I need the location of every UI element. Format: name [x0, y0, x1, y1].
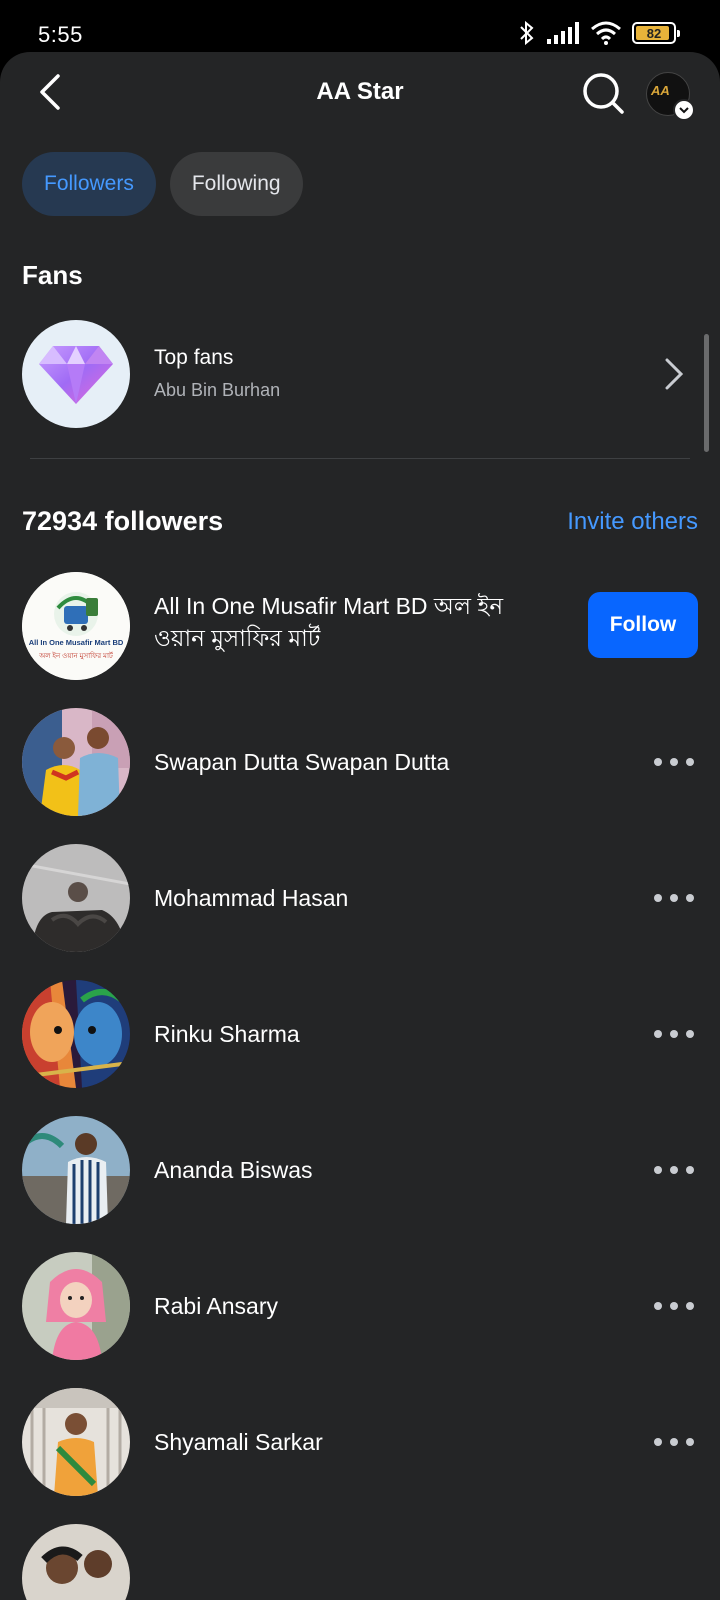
follower-name-line1: All In One Musafir Mart BD অল ইন: [154, 593, 504, 619]
follower-row[interactable]: Mohammad Hasan: [0, 844, 720, 954]
follower-row[interactable]: Rinku Sharma: [0, 980, 720, 1090]
followers-count: 72934 followers: [22, 506, 224, 536]
followers-screen: AA Star AA Followers Following Fans Top …: [0, 52, 720, 1600]
follower-row[interactable]: Rabi Ansary: [0, 1252, 720, 1362]
follower-name: Ananda Biswas: [154, 1157, 313, 1183]
follower-row[interactable]: Shyamali Sarkar: [0, 1388, 720, 1498]
wifi-icon: [591, 21, 621, 45]
follower-name: Rinku Sharma: [154, 1021, 300, 1047]
avatar[interactable]: [22, 980, 130, 1088]
follower-name: Rabi Ansary: [154, 1293, 279, 1319]
follower-name-line2: ওয়ান মুসাফির মার্ট: [154, 625, 321, 651]
top-fan-name: Abu Bin Burhan: [154, 380, 281, 400]
more-options-icon[interactable]: [654, 1156, 694, 1184]
avatar[interactable]: [22, 844, 130, 952]
avatar[interactable]: [22, 1252, 130, 1360]
avatar[interactable]: [22, 1116, 130, 1224]
follower-name: Mohammad Hasan: [154, 885, 349, 911]
more-options-icon[interactable]: [654, 1020, 694, 1048]
more-options-icon[interactable]: [654, 1292, 694, 1320]
follower-name: Shyamali Sarkar: [154, 1429, 323, 1455]
battery-level: 82: [646, 25, 662, 41]
more-options-icon[interactable]: [654, 884, 694, 912]
follow-button[interactable]: Follow: [588, 592, 698, 658]
status-time: 5:55: [38, 22, 83, 47]
tab-bar: Followers Following: [22, 152, 303, 216]
avatar[interactable]: [22, 708, 130, 816]
more-options-icon[interactable]: [654, 748, 694, 776]
business-logo-subtext: অল ইন ওয়ান মুসাফির মার্ট: [39, 653, 113, 660]
status-icons: 82: [518, 20, 680, 46]
follower-row[interactable]: Ananda Biswas: [0, 1116, 720, 1226]
avatar-initials: AA: [651, 83, 670, 98]
avatar[interactable]: All In One Musafir Mart BD অল ইন ওয়ান ম…: [22, 572, 130, 680]
signal-icon: [547, 22, 579, 44]
scrollbar[interactable]: [704, 334, 709, 452]
chevron-down-icon: [673, 99, 695, 121]
profile-avatar-button[interactable]: AA: [646, 72, 695, 121]
chevron-right-icon: [665, 358, 684, 390]
top-fans-title: Top fans: [154, 346, 234, 369]
fans-section-title: Fans: [22, 260, 83, 290]
tab-following[interactable]: Following: [169, 152, 303, 216]
avatar[interactable]: [22, 1524, 130, 1600]
avatar[interactable]: [22, 1388, 130, 1496]
invite-others-link[interactable]: Invite others: [567, 508, 698, 536]
diamond-icon: [22, 320, 130, 428]
tab-followers[interactable]: Followers: [22, 152, 156, 216]
top-fans-row[interactable]: Top fans Abu Bin Burhan: [0, 318, 720, 428]
follower-row[interactable]: Swapan Dutta Swapan Dutta: [0, 708, 720, 818]
follower-row[interactable]: [0, 1524, 720, 1600]
business-logo-text: All In One Musafir Mart BD: [28, 638, 124, 647]
follower-row[interactable]: All In One Musafir Mart BD অল ইন ওয়ান ম…: [0, 572, 720, 682]
more-options-icon[interactable]: [654, 1428, 694, 1456]
battery-icon: 82: [632, 22, 680, 44]
status-bar: 5:55 82: [0, 0, 720, 56]
search-icon[interactable]: [580, 70, 626, 116]
divider: [30, 458, 690, 459]
follower-name: Swapan Dutta Swapan Dutta: [154, 749, 450, 775]
top-app-bar: AA Star AA: [0, 52, 720, 136]
bluetooth-icon: [520, 20, 534, 46]
